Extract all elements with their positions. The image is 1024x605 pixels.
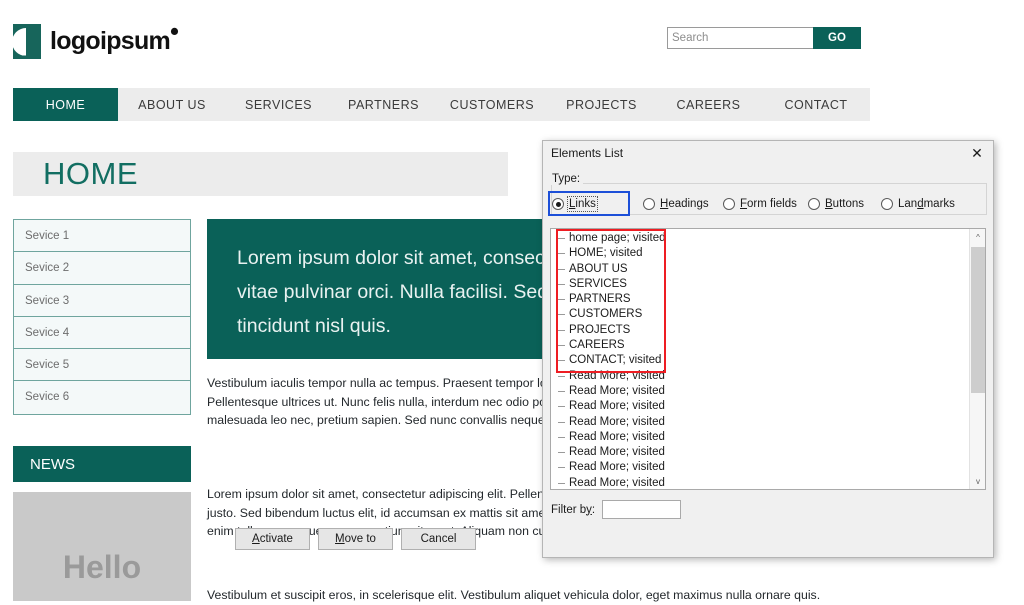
radio-indicator-icon xyxy=(808,198,820,210)
nav-item-home[interactable]: HOME xyxy=(13,88,118,121)
elements-listbox[interactable]: home page; visited HOME; visited ABOUT U… xyxy=(550,228,986,490)
radio-label: Buttons xyxy=(825,198,864,210)
list-item[interactable]: Sevice 2 xyxy=(14,252,190,284)
list-item[interactable]: CONTACT; visited xyxy=(555,353,966,368)
list-item[interactable]: ABOUT US xyxy=(555,262,966,277)
list-item[interactable]: PARTNERS xyxy=(555,292,966,307)
search-go-button[interactable]: GO xyxy=(813,27,861,49)
list-item[interactable]: PROJECTS xyxy=(555,323,966,338)
nav-item-projects[interactable]: PROJECTS xyxy=(548,88,655,121)
list-item[interactable]: SERVICES xyxy=(555,277,966,292)
elements-list-items: home page; visited HOME; visited ABOUT U… xyxy=(551,229,966,490)
close-icon[interactable]: ✕ xyxy=(961,141,993,165)
list-item[interactable]: Sevice 4 xyxy=(14,317,190,349)
list-item[interactable]: Sevice 3 xyxy=(14,285,190,317)
cancel-button[interactable]: Cancel xyxy=(401,528,476,550)
logo-wordmark: logoipsum• xyxy=(50,27,178,56)
filter-label: Filter by: xyxy=(551,504,595,516)
site-header: logoipsum• GO xyxy=(0,0,1024,84)
list-item[interactable]: Read More; visited xyxy=(555,476,966,490)
list-item[interactable]: Read More; visited xyxy=(555,445,966,460)
radio-buttons[interactable]: Buttons xyxy=(808,195,864,213)
nav-item-contact[interactable]: CONTACT xyxy=(762,88,870,121)
radio-indicator-icon xyxy=(881,198,893,210)
radio-label: Headings xyxy=(660,198,709,210)
move-to-button[interactable]: Move to xyxy=(318,528,393,550)
list-item[interactable]: HOME; visited xyxy=(555,246,966,261)
list-item[interactable]: CUSTOMERS xyxy=(555,307,966,322)
list-item[interactable]: Read More; visited xyxy=(555,460,966,475)
listbox-scrollbar[interactable]: ^ v xyxy=(969,229,985,489)
dialog-title: Elements List xyxy=(551,146,623,160)
list-item[interactable]: CAREERS xyxy=(555,338,966,353)
radio-indicator-icon xyxy=(723,198,735,210)
list-item[interactable]: Read More; visited xyxy=(555,384,966,399)
activate-button[interactable]: Activate xyxy=(235,528,310,550)
radio-label: Form fields xyxy=(740,198,797,210)
list-item[interactable]: Read More; visited xyxy=(555,430,966,445)
nav-item-customers[interactable]: CUSTOMERS xyxy=(436,88,548,121)
filter-row: Filter by: xyxy=(551,500,681,519)
chevron-up-icon[interactable]: ^ xyxy=(970,229,986,245)
radio-headings[interactable]: Headings xyxy=(643,195,709,213)
chevron-down-icon[interactable]: v xyxy=(970,473,986,489)
search-box: GO xyxy=(667,27,861,49)
radio-form-fields[interactable]: Form fields xyxy=(723,195,797,213)
filter-input[interactable] xyxy=(602,500,681,519)
news-image: Hello xyxy=(13,492,191,601)
news-heading: NEWS xyxy=(13,446,191,482)
body-paragraph-3: Vestibulum et suscipit eros, in sceleris… xyxy=(207,586,870,605)
list-item[interactable]: Read More; visited xyxy=(555,415,966,430)
radio-landmarks[interactable]: Landmarks xyxy=(881,195,955,213)
main-navigation: HOME ABOUT US SERVICES PARTNERS CUSTOMER… xyxy=(13,88,870,121)
list-item[interactable]: home page; visited xyxy=(569,232,666,244)
nav-item-services[interactable]: SERVICES xyxy=(226,88,331,121)
nav-item-about-us[interactable]: ABOUT US xyxy=(118,88,226,121)
nav-item-careers[interactable]: CAREERS xyxy=(655,88,762,121)
services-list: Sevice 1 Sevice 2 Sevice 3 Sevice 4 Sevi… xyxy=(13,219,191,415)
logo-mark-icon xyxy=(13,24,41,59)
list-item[interactable]: Read More; visited xyxy=(555,399,966,414)
dialog-titlebar[interactable]: Elements List ✕ xyxy=(543,141,993,165)
list-item[interactable]: Read More; visited xyxy=(555,369,966,384)
radio-label: Links xyxy=(569,198,596,210)
list-item[interactable]: Sevice 1 xyxy=(14,220,190,252)
radio-label: Landmarks xyxy=(898,198,955,210)
nav-item-partners[interactable]: PARTNERS xyxy=(331,88,436,121)
list-item[interactable]: Sevice 6 xyxy=(14,381,190,413)
page-title: HOME xyxy=(43,156,138,192)
list-item[interactable]: Sevice 5 xyxy=(14,349,190,381)
type-group-label: Type: xyxy=(549,173,583,185)
logo-text: logoipsum xyxy=(50,27,170,55)
radio-indicator-icon xyxy=(552,198,564,210)
search-input[interactable] xyxy=(667,27,813,49)
page-title-band: HOME xyxy=(13,152,508,196)
dialog-buttons: Activate Move to Cancel xyxy=(235,528,476,550)
news-image-text: Hello xyxy=(63,549,141,586)
scrollbar-thumb[interactable] xyxy=(971,247,985,393)
radio-links[interactable]: Links xyxy=(552,195,596,213)
site-logo[interactable]: logoipsum• xyxy=(13,24,178,59)
type-radio-group: Links Headings Form fields Buttons Landm… xyxy=(548,195,988,213)
logo-registered-mark: • xyxy=(170,18,178,46)
radio-indicator-icon xyxy=(643,198,655,210)
